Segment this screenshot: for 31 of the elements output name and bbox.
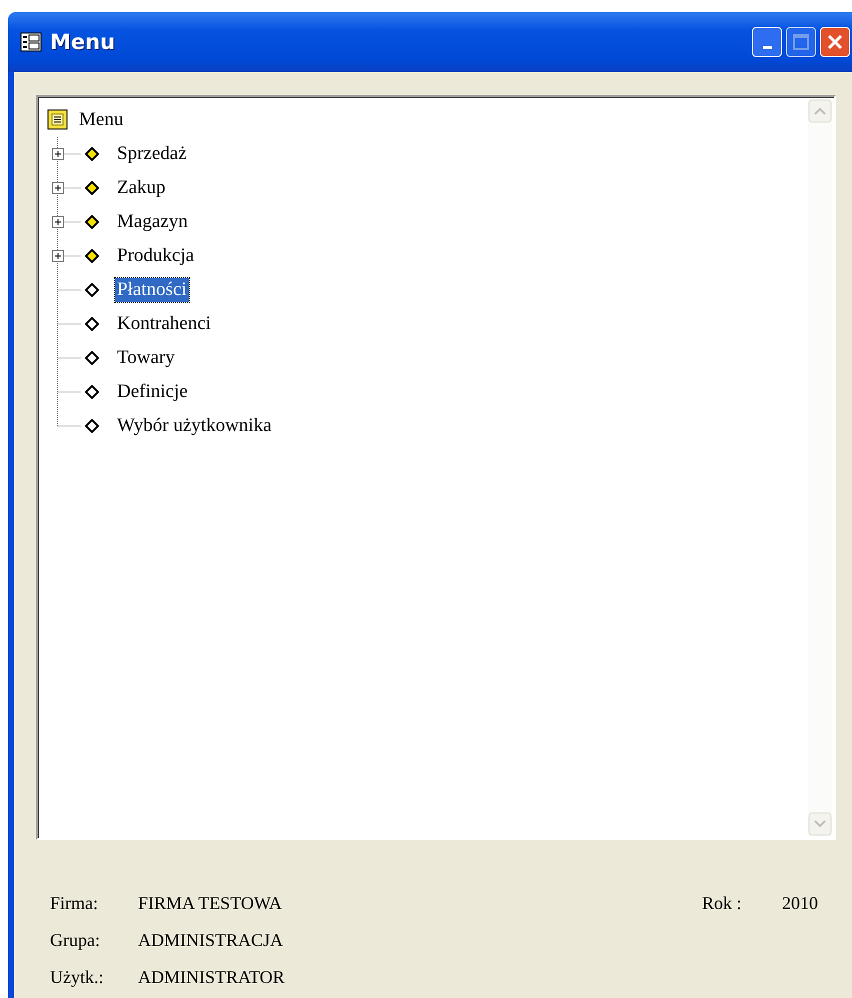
tree-item[interactable]: Płatności xyxy=(115,278,189,302)
field-label: Firma: xyxy=(50,892,99,915)
maximize-button[interactable] xyxy=(786,27,816,57)
close-icon xyxy=(827,34,843,50)
tree-item[interactable]: Magazyn xyxy=(115,210,190,234)
field-label: Użytk.: xyxy=(50,966,104,989)
menu-icon xyxy=(47,109,69,131)
expand-icon[interactable] xyxy=(52,182,64,194)
close-button[interactable] xyxy=(820,27,850,57)
tree-item[interactable]: Menu xyxy=(77,108,126,132)
tree-item[interactable]: Sprzedaż xyxy=(115,142,189,166)
field-label: Rok : xyxy=(702,892,743,915)
maximize-icon xyxy=(793,34,809,50)
field-value: ADMINISTRATOR xyxy=(138,966,285,989)
minimize-icon xyxy=(762,46,772,48)
window-icon xyxy=(20,32,42,52)
field-value: ADMINISTRACJA xyxy=(138,929,284,952)
expand-icon[interactable] xyxy=(52,250,64,262)
field-label: Grupa: xyxy=(50,929,101,952)
field-value: 2010 xyxy=(782,892,818,915)
tree-item[interactable]: Wybór użytkownika xyxy=(115,414,274,438)
window-title: Menu xyxy=(50,30,116,54)
tree-item[interactable]: Produkcja xyxy=(115,244,196,268)
expand-icon[interactable] xyxy=(52,216,64,228)
tree-item[interactable]: Zakup xyxy=(115,176,168,200)
minimize-button[interactable] xyxy=(752,27,782,57)
field-value: FIRMA TESTOWA xyxy=(138,892,282,915)
tree-item[interactable]: Definicje xyxy=(115,380,190,404)
tree-item[interactable]: Towary xyxy=(115,346,177,370)
tree-item[interactable]: Kontrahenci xyxy=(115,312,213,336)
expand-icon[interactable] xyxy=(52,148,64,160)
